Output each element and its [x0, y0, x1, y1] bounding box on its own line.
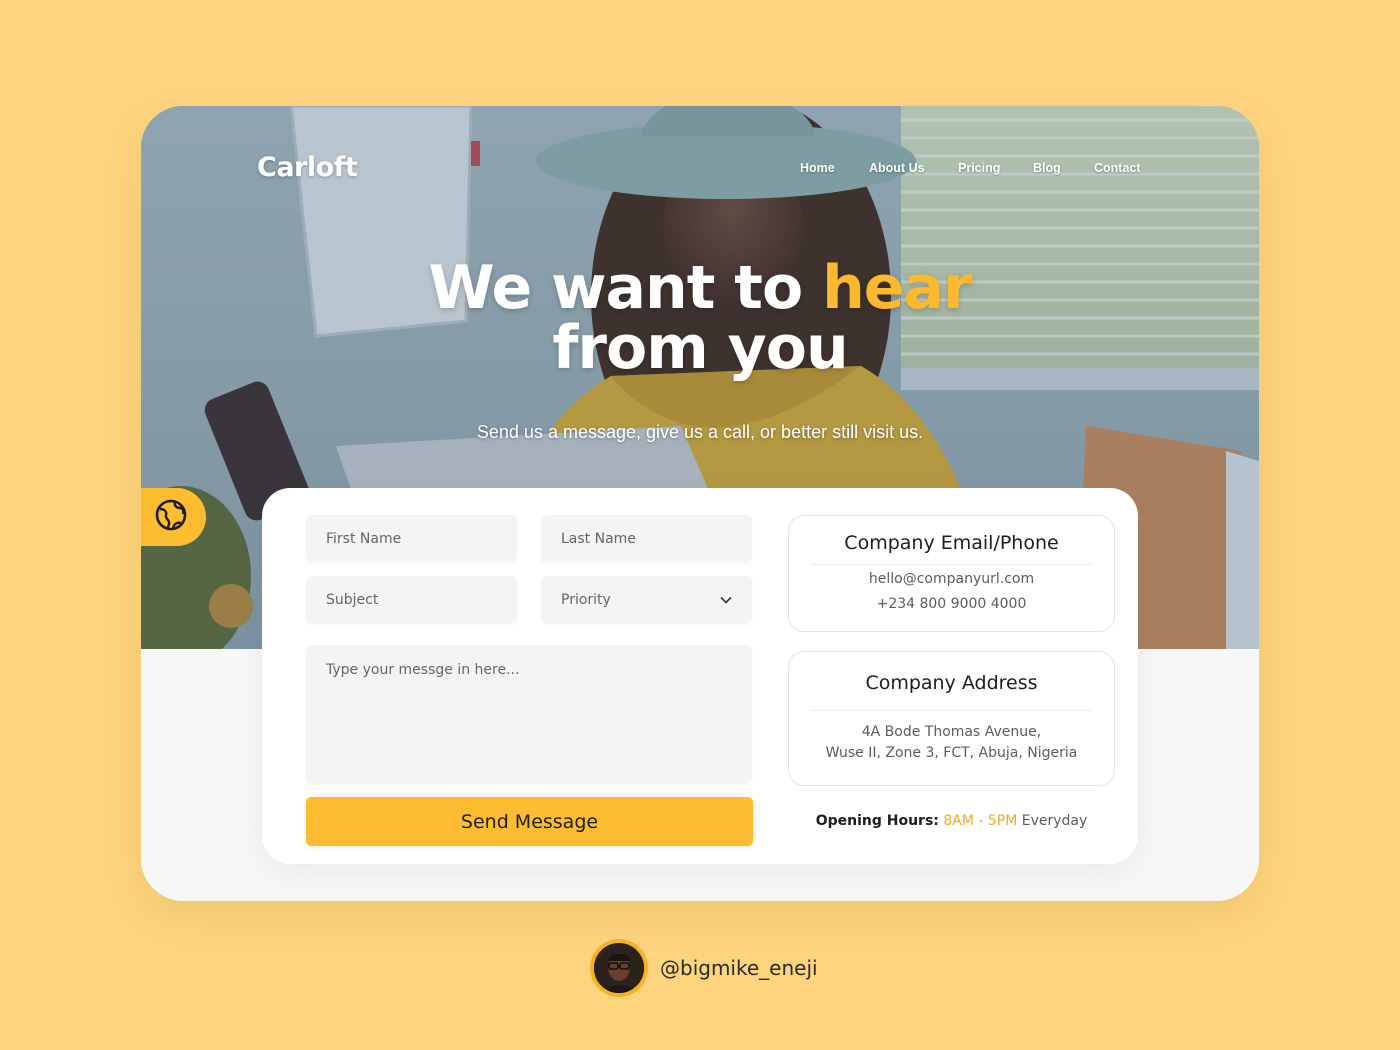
nav-pricing[interactable]: Pricing [958, 161, 1000, 175]
opening-hours: Opening Hours: 8AM - 5PM Everyday [788, 813, 1115, 829]
company-email[interactable]: hello@companyurl.com [789, 571, 1114, 587]
address-title: Company Address [865, 672, 1038, 694]
author-credit: @bigmike_eneji [590, 939, 818, 997]
email-phone-title: Company Email/Phone [844, 532, 1059, 554]
divider [811, 564, 1092, 565]
hours-separator: - [973, 813, 988, 829]
first-name-input[interactable] [306, 515, 517, 562]
priority-label: Priority [561, 591, 611, 608]
globe-icon [155, 498, 188, 536]
priority-select[interactable]: Priority [541, 576, 752, 623]
opening-hours-label: Opening Hours: [815, 813, 939, 829]
opening-time: 8AM [943, 813, 974, 829]
address-line-2: Wuse II, Zone 3, FCT, Abuja, Nigeria [825, 745, 1078, 761]
last-name-input[interactable] [541, 515, 752, 562]
chevron-down-icon [720, 592, 732, 608]
nav-blog[interactable]: Blog [1033, 161, 1061, 175]
opening-days: Everyday [1021, 813, 1088, 829]
page-frame: Carloft Home About Us Pricing Blog Conta… [141, 106, 1259, 901]
nav-home[interactable]: Home [800, 161, 835, 175]
nav-contact[interactable]: Contact [1094, 161, 1141, 175]
address-box: Company Address 4A Bode Thomas Avenue, W… [788, 651, 1115, 786]
hero-title-part2: from you [552, 313, 848, 383]
company-phone[interactable]: +234 800 9000 4000 [789, 596, 1114, 612]
divider [811, 710, 1092, 711]
top-navigation: Home About Us Pricing Blog Contact [141, 161, 1259, 181]
message-textarea[interactable] [306, 645, 752, 783]
nav-about-us[interactable]: About Us [869, 161, 925, 175]
hero-subtitle: Send us a message, give us a call, or be… [476, 422, 924, 442]
globe-side-tab[interactable] [141, 488, 206, 546]
send-message-button[interactable]: Send Message [306, 797, 753, 846]
subject-input[interactable] [306, 576, 517, 623]
contact-card: Priority Send Message Company Email/Phon… [262, 488, 1138, 864]
email-phone-box: Company Email/Phone hello@companyurl.com… [788, 515, 1115, 632]
hero-title: We want to hear from you [141, 258, 1259, 378]
avatar [590, 939, 648, 997]
closing-time: 5PM [987, 813, 1018, 829]
address-line-1: 4A Bode Thomas Avenue, [861, 724, 1042, 740]
author-handle[interactable]: @bigmike_eneji [660, 956, 818, 980]
